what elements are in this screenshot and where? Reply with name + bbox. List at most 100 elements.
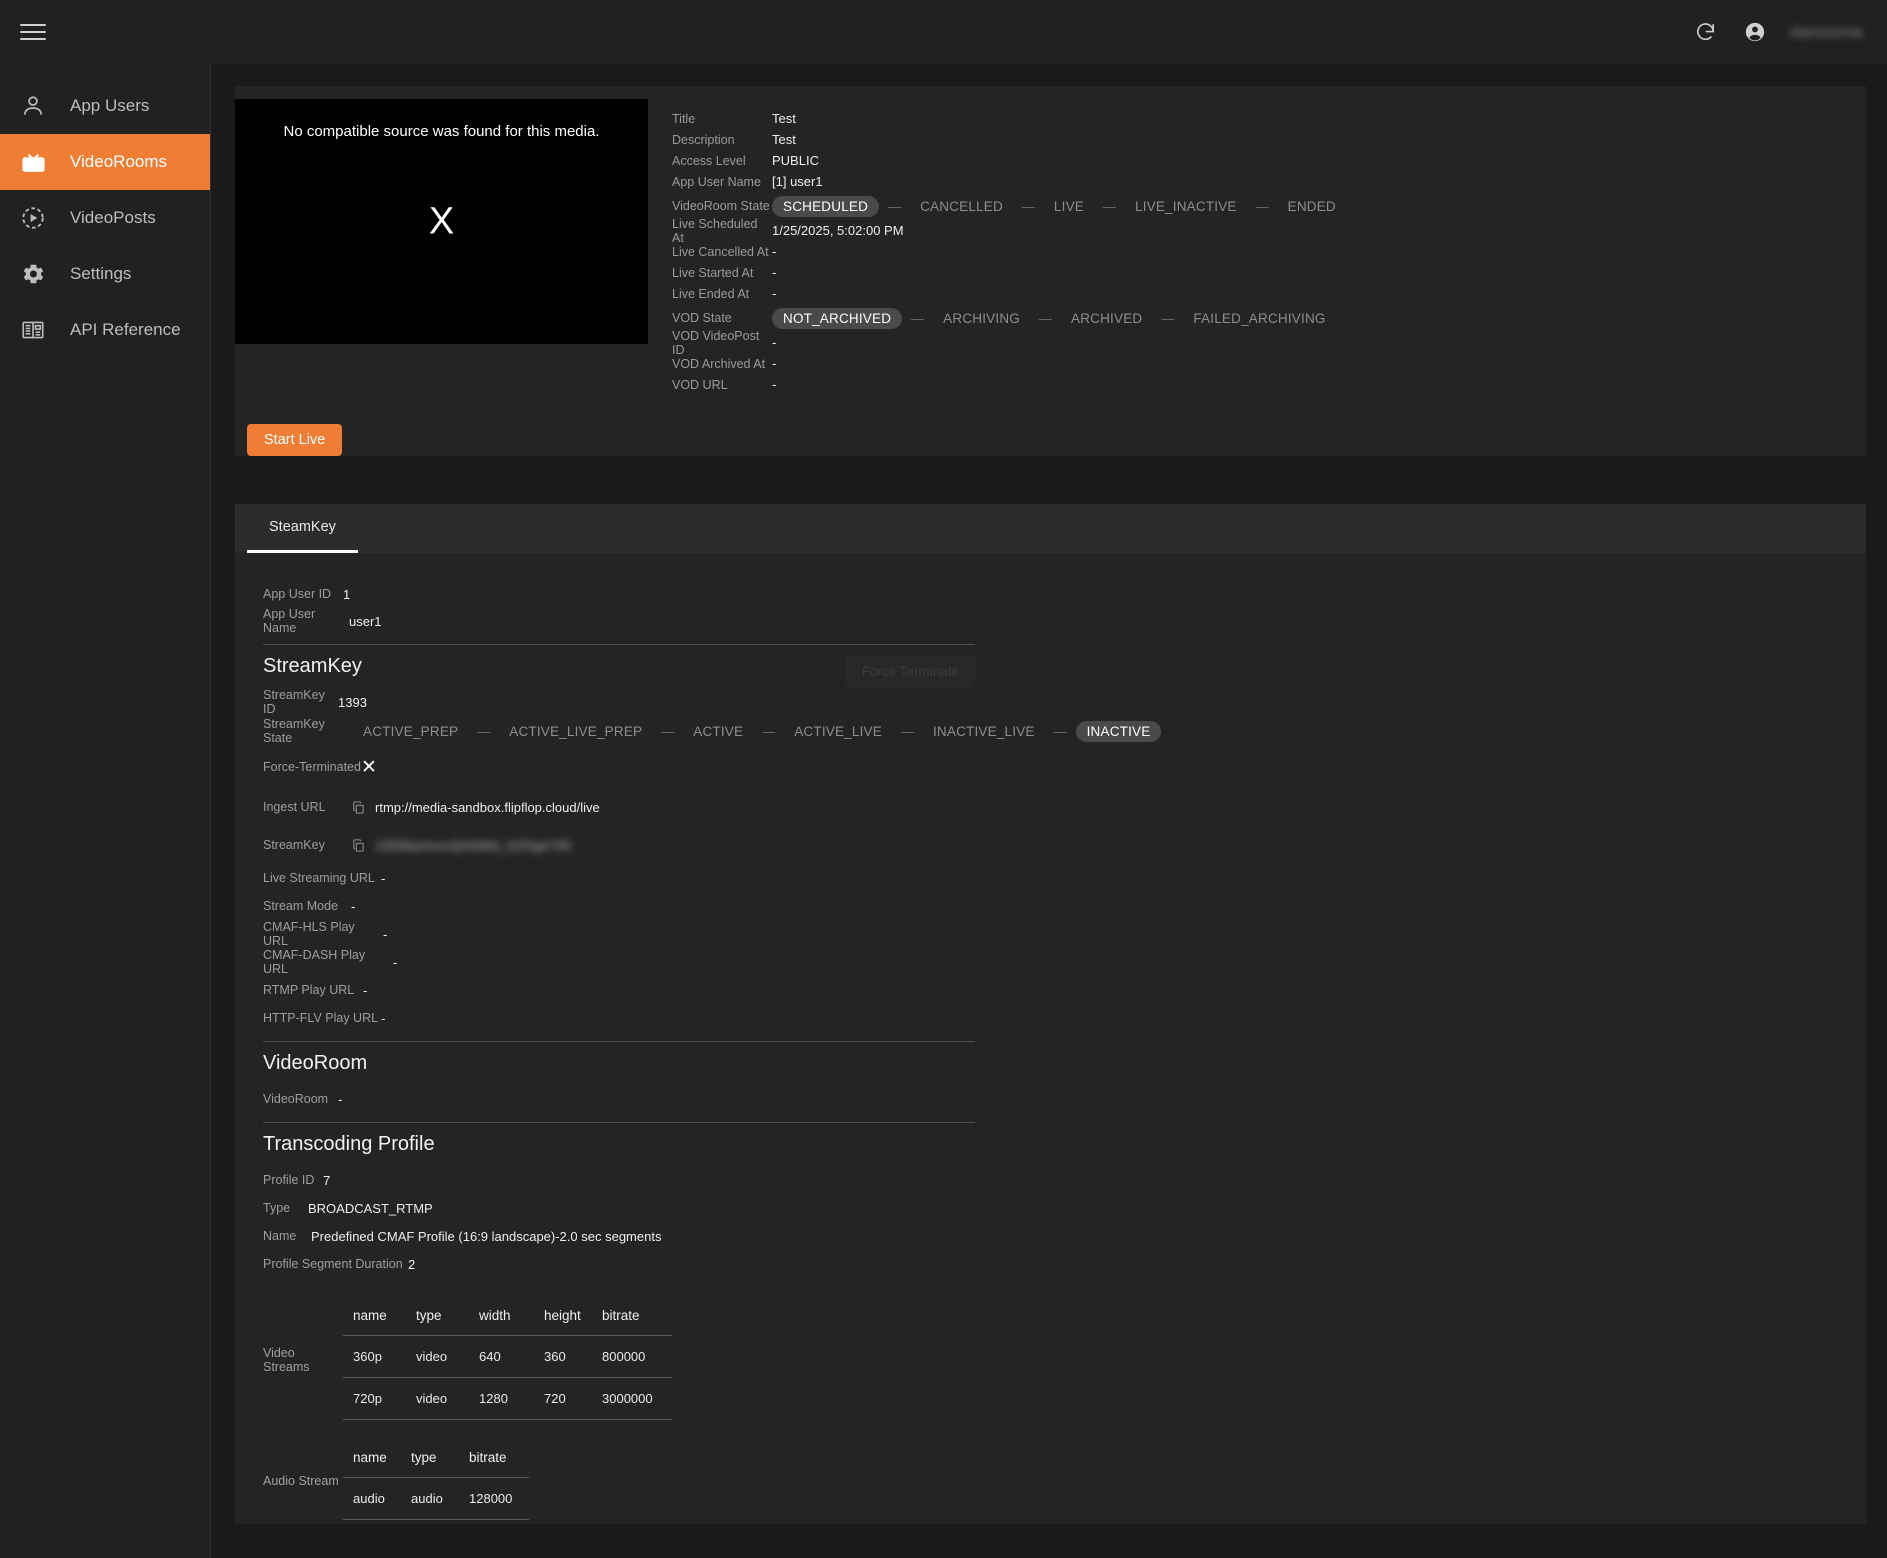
state-separator: — [1255, 198, 1269, 214]
state-chip-not-archived: NOT_ARCHIVED [772, 307, 903, 329]
sidebar-item-videorooms[interactable]: VideoRooms [0, 134, 210, 190]
field-label: Stream Mode [263, 899, 339, 913]
sidebar-item-label: VideoRooms [70, 152, 168, 171]
streamkey-tab-body: App User ID 1 App User Name user1 Stream… [235, 553, 1866, 1520]
state-separator: — [477, 723, 491, 739]
state-chip-inactive: INACTIVE [1075, 720, 1162, 742]
start-live-button[interactable]: Start Live [247, 424, 343, 456]
field-label: CMAF-HLS Play URL [263, 920, 355, 948]
field-vod-url: VOD URL - [672, 374, 1852, 395]
divider [263, 644, 975, 645]
field-app-user-name: App User Name [1] user1 [672, 171, 1852, 192]
tab-steamkey[interactable]: SteamKey [247, 504, 358, 553]
field-label: VOD URL [672, 377, 728, 392]
field-cmaf-dash-play-url: CMAF-DASH Play URL - [263, 948, 1866, 976]
state-separator: — [1021, 198, 1035, 214]
field-vod-state: VOD State NOT_ARCHIVED — ARCHIVING — ARC… [672, 304, 1852, 332]
field-stream-mode: Stream Mode - [263, 892, 1866, 920]
hamburger-bar [20, 38, 46, 40]
cell: 360p [343, 1335, 406, 1378]
field-value: 7 [323, 1172, 331, 1188]
streamkey-state-track: ACTIVE_PREP — ACTIVE_LIVE_PREP — ACTIVE … [353, 720, 1162, 742]
streamkey-panel: SteamKey App User ID 1 App User Name use… [235, 504, 1866, 1524]
state-chip-ended: ENDED [1287, 198, 1336, 214]
field-value: - [383, 926, 388, 942]
vod-state-track: NOT_ARCHIVED — ARCHIVING — ARCHIVED — FA… [772, 307, 1336, 329]
field-label: Name [263, 1229, 297, 1243]
field-live-ended-at: Live Ended At - [672, 283, 1852, 304]
field-label: VOD State [672, 311, 732, 325]
field-vod-archived-at: VOD Archived At - [672, 353, 1852, 374]
field-live-cancelled-at: Live Cancelled At - [672, 241, 1852, 262]
cell: video [406, 1377, 469, 1420]
state-separator: — [661, 723, 675, 739]
field-value: rtmp://media-sandbox.flipflop.cloud/live [375, 799, 600, 815]
field-rtmp-play-url: RTMP Play URL - [263, 976, 1866, 1004]
field-app-user-name: App User Name user1 [263, 607, 1866, 635]
column-header: name [353, 1450, 387, 1465]
field-label: VideoRoom State [672, 199, 770, 213]
state-separator: — [1038, 310, 1052, 326]
sidebar-item-settings[interactable]: Settings [0, 246, 210, 302]
sidebar-item-label: App Users [70, 96, 150, 115]
force-terminate-button[interactable]: Force Terminate [845, 655, 975, 688]
field-type: Type BROADCAST_RTMP [263, 1194, 1866, 1222]
account-circle-icon[interactable] [1740, 17, 1770, 47]
column-header: name [353, 1308, 387, 1323]
sidebar-item-api-reference[interactable]: API Reference [0, 302, 225, 358]
sidebar-item-label: Settings [70, 264, 132, 283]
cell: 3000000 [592, 1377, 672, 1420]
table-row: 360p video 640 360 800000 [343, 1335, 672, 1378]
field-value: - [772, 244, 777, 259]
sidebar-item-label: API Reference [70, 320, 181, 339]
field-label: VOD VideoPost ID [672, 328, 760, 357]
state-separator: — [888, 198, 902, 214]
field-profile-segment-duration: Profile Segment Duration 2 [263, 1250, 1866, 1278]
main-content: No compatible source was found for this … [211, 64, 1887, 1558]
field-label: StreamKey State [263, 717, 325, 745]
hamburger-menu-icon[interactable] [18, 17, 48, 47]
field-label: App User Name [263, 607, 316, 635]
field-videoroom: VideoRoom - [263, 1085, 1866, 1113]
field-access-level: Access Level PUBLIC [672, 150, 1852, 171]
field-label: Access Level [672, 153, 746, 168]
streamkey-section-header: StreamKey Force Terminate [263, 655, 975, 688]
state-chip-active-live-prep: ACTIVE_LIVE_PREP [509, 723, 643, 739]
gear-icon [18, 259, 48, 289]
copy-icon[interactable] [351, 838, 366, 853]
field-value: - [772, 356, 777, 371]
field-label: Live Streaming URL [263, 871, 375, 885]
sidebar-item-label: VideoPosts [70, 208, 156, 227]
field-ingest-url: Ingest URL rtmp://media-sandbox.flipflop… [263, 788, 1866, 826]
field-value: - [381, 1010, 386, 1026]
field-title: Title Test [672, 108, 1852, 129]
circle-play-icon [18, 203, 48, 233]
field-description: Description Test [672, 129, 1852, 150]
copy-icon[interactable] [351, 800, 366, 815]
field-value: - [772, 377, 777, 392]
top-app-bar: danssonia [0, 0, 1887, 64]
cell: 640 [469, 1335, 534, 1378]
username-label: danssonia [1790, 23, 1863, 41]
video-player[interactable]: No compatible source was found for this … [235, 99, 648, 344]
field-videoroom-state: VideoRoom State SCHEDULED — CANCELLED — … [672, 192, 1852, 220]
state-chip-archived: ARCHIVED [1070, 310, 1143, 326]
tv-play-icon [18, 147, 48, 177]
cell: video [406, 1335, 469, 1378]
field-label: RTMP Play URL [263, 983, 355, 997]
sidebar-item-videoposts[interactable]: VideoPosts [0, 190, 210, 246]
table-row: 720p video 1280 720 3000000 [343, 1377, 672, 1420]
field-label: Ingest URL [263, 800, 326, 814]
section-title-transcoding-profile: Transcoding Profile [263, 1133, 435, 1155]
state-separator: — [1102, 198, 1116, 214]
field-value: - [772, 265, 777, 280]
field-live-streaming-url: Live Streaming URL - [263, 864, 1866, 892]
sidebar-item-app-users[interactable]: App Users [0, 78, 210, 134]
field-streamkey-state: StreamKey State ACTIVE_PREP — ACTIVE_LIV… [263, 716, 1866, 746]
video-streams-label: Video Streams [263, 1346, 310, 1374]
refresh-icon[interactable] [1690, 17, 1720, 47]
divider [263, 1122, 975, 1123]
field-label: App User Name [672, 174, 761, 189]
field-value: Predefined CMAF Profile (16:9 landscape)… [311, 1228, 662, 1244]
cell: audio [343, 1477, 401, 1520]
